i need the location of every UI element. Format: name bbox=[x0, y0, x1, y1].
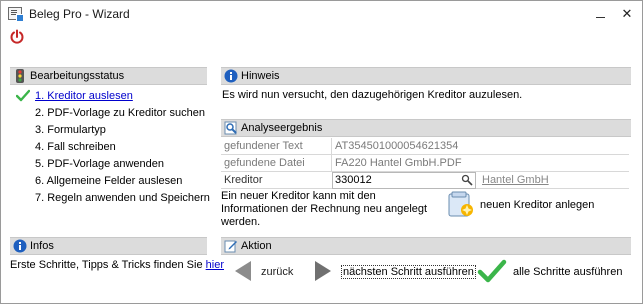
step-item-formulartyp: 3. Formulartyp bbox=[13, 122, 209, 139]
kreditor-value: 330012 bbox=[335, 174, 372, 186]
status-panel-title: Bearbeitungsstatus bbox=[30, 70, 125, 82]
back-label: zurück bbox=[261, 266, 294, 278]
new-folder-icon bbox=[447, 190, 475, 218]
step-label: 6. Allgemeine Felder auslesen bbox=[35, 175, 183, 187]
app-icon bbox=[8, 7, 24, 22]
step-item-pdf-vorlage-anwenden: 5. PDF-Vorlage anwenden bbox=[13, 156, 209, 173]
new-kreditor-info: Ein neuer Kreditor kann mit den Informat… bbox=[221, 190, 428, 228]
hinweis-text: Es wird nun versucht, den dazugehörigen … bbox=[222, 89, 523, 101]
minimize-button[interactable] bbox=[592, 5, 610, 23]
result-value: AT354501000054621354 bbox=[335, 140, 459, 152]
hinweis-panel-header: Hinweis bbox=[221, 67, 631, 85]
step-label: 5. PDF-Vorlage anwenden bbox=[35, 158, 165, 170]
status-panel-header: Bearbeitungsstatus bbox=[10, 67, 207, 85]
step-item-kreditor-auslesen[interactable]: 1. Kreditor auslesen bbox=[13, 88, 209, 105]
result-row-text: gefundener Text AT354501000054621354 bbox=[221, 138, 629, 155]
wizard-window: Beleg Pro - Wizard ✕ Bearbeitungsstatus … bbox=[0, 0, 643, 304]
step-item-fall-schreiben: 4. Fall schreiben bbox=[13, 139, 209, 156]
step-item-pdf-vorlage-suchen: 2. PDF-Vorlage zu Kreditor suchen bbox=[13, 105, 209, 122]
result-value: FA220 Hantel GmbH.PDF bbox=[335, 157, 462, 169]
step-list: 1. Kreditor auslesen 2. PDF-Vorlage zu K… bbox=[13, 88, 210, 207]
next-step-label: nächsten Schritt ausführen bbox=[341, 265, 476, 279]
title-bar: Beleg Pro - Wizard ✕ bbox=[1, 1, 642, 27]
infos-panel-title: Infos bbox=[30, 240, 54, 252]
checkmark-icon bbox=[477, 259, 507, 285]
result-label: Kreditor bbox=[224, 174, 263, 186]
search-icon[interactable] bbox=[461, 174, 473, 186]
info-icon bbox=[13, 239, 27, 253]
aktion-panel-title: Aktion bbox=[241, 240, 272, 252]
magnifier-document-icon bbox=[224, 121, 238, 135]
power-icon[interactable] bbox=[9, 29, 25, 45]
step-item-regeln-speichern: 7. Regeln anwenden und Speichern bbox=[13, 190, 210, 207]
step-label: 4. Fall schreiben bbox=[35, 141, 116, 153]
column-divider bbox=[331, 138, 332, 155]
run-all-label: alle Schritte ausführen bbox=[513, 266, 623, 278]
analyse-panel-title: Analyseergebnis bbox=[241, 122, 323, 134]
info-icon bbox=[224, 69, 238, 83]
traffic-light-icon bbox=[13, 69, 27, 83]
column-divider bbox=[331, 155, 332, 172]
infos-text: Erste Schritte, Tipps & Tricks finden Si… bbox=[10, 259, 206, 271]
aktion-panel-header: Aktion bbox=[221, 237, 631, 255]
edit-pencil-icon bbox=[224, 239, 238, 253]
infos-text-line: Erste Schritte, Tipps & Tricks finden Si… bbox=[10, 259, 224, 271]
kreditor-link[interactable]: Hantel GmbH bbox=[482, 174, 549, 186]
step-item-felder-auslesen: 6. Allgemeine Felder auslesen bbox=[13, 173, 209, 190]
result-label: gefundener Text bbox=[224, 140, 303, 152]
new-kreditor-label: neuen Kreditor anlegen bbox=[480, 199, 595, 211]
step-label: 3. Formulartyp bbox=[35, 124, 106, 136]
result-row-file: gefundene Datei FA220 Hantel GmbH.PDF bbox=[221, 155, 629, 172]
step-label: 1. Kreditor auslesen bbox=[35, 90, 133, 102]
infos-panel-header: Infos bbox=[10, 237, 207, 255]
close-button[interactable]: ✕ bbox=[618, 5, 636, 23]
arrow-right-icon bbox=[311, 259, 335, 283]
infos-link[interactable]: hier bbox=[206, 259, 224, 271]
result-row-kreditor: Kreditor 330012 Hantel GmbH bbox=[221, 172, 629, 189]
hinweis-panel-title: Hinweis bbox=[241, 70, 280, 82]
arrow-left-icon bbox=[232, 259, 256, 283]
checkmark-icon bbox=[15, 89, 31, 103]
step-label: 7. Regeln anwenden und Speichern bbox=[35, 192, 210, 204]
step-label: 2. PDF-Vorlage zu Kreditor suchen bbox=[35, 107, 205, 119]
analyse-panel-header: Analyseergebnis bbox=[221, 119, 631, 137]
result-label: gefundene Datei bbox=[224, 157, 305, 169]
window-title: Beleg Pro - Wizard bbox=[29, 7, 130, 21]
